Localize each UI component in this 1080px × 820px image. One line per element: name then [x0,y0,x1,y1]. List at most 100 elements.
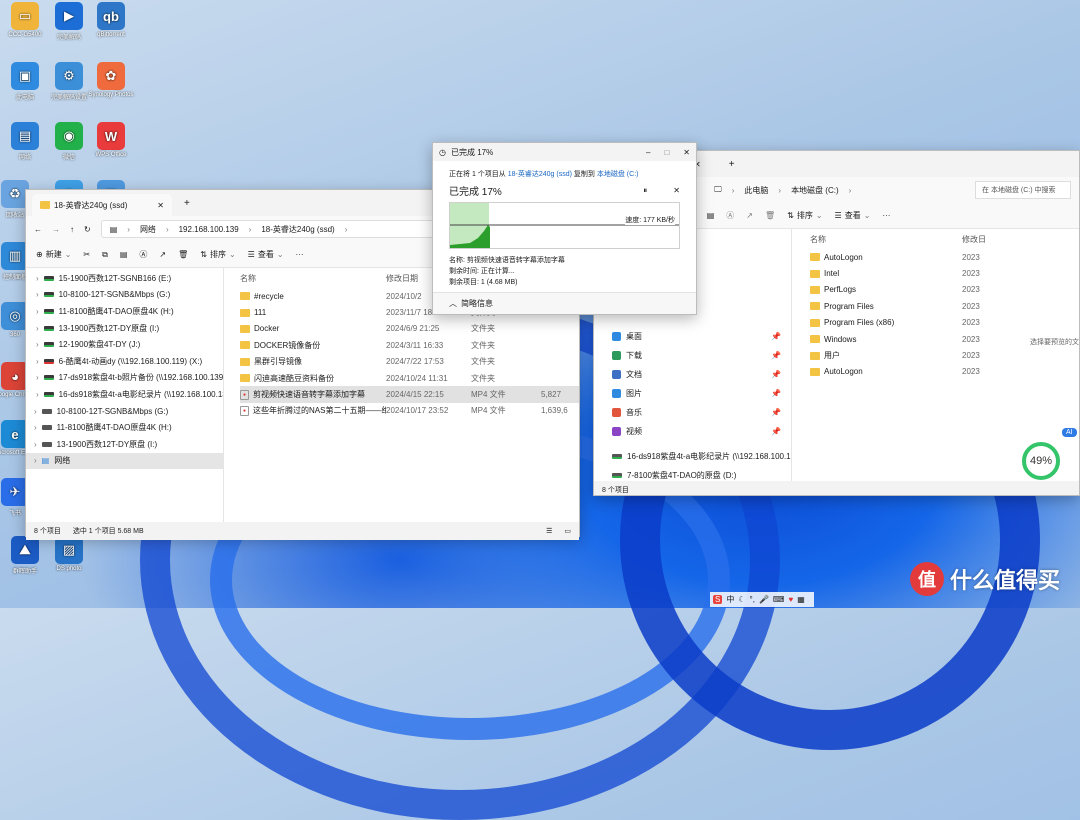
nav-item[interactable]: › 11-8100酷鹰4T-DAO原盘4K (H:) [26,419,223,436]
nav-item[interactable]: › 17-ds918紫盘4t-b照片备份 (\\192.168.100.139) [26,370,223,387]
chevron-right-icon[interactable]: › [36,373,39,382]
nav-item[interactable]: › 15-1900西数12T-SGNB166 (E:) [26,270,223,287]
file-row-right[interactable]: Program Files 2023 [810,298,1079,314]
rename-icon[interactable]: Ⓐ [139,249,147,260]
col-name[interactable]: 名称 [240,273,386,284]
close-dialog-icon[interactable]: ✕ [683,148,690,157]
chevron-right-icon[interactable]: › [36,274,39,283]
less-details-button[interactable]: ︿ 简略信息 [433,292,696,314]
nav-item[interactable]: › 16-ds918紫盘4t-a电影纪录片 (\\192.168.100.139) [26,386,223,403]
drive-item[interactable]: 16-ds918紫盘4t-a电影纪录片 (\\192.168.100.139) [594,447,791,466]
pin-icon[interactable]: 📌 [771,332,781,341]
breadcrumb-ip[interactable]: 192.168.100.139 [179,225,239,234]
share-icon[interactable]: ↗ [159,250,166,259]
search-input[interactable]: 在 本地磁盘 (C:) 中搜索 [975,181,1071,199]
chevron-right-icon[interactable]: › [34,440,37,449]
nav-item[interactable]: › 6-酷鹰4t-动画dy (\\192.168.100.119) (X:) [26,353,223,370]
chevron-right-icon[interactable]: › [34,407,37,416]
nav-item[interactable]: › 13-1900西数12T-DY原盘 (I:) [26,320,223,337]
delete-icon-right[interactable]: 🗑 [765,211,775,220]
quick-access-item[interactable]: 下载 📌 [594,346,791,365]
file-row[interactable]: ● 这些年折腾过的NAS第二十五期——绝... 2024/10/17 23:52 MP… [240,403,579,419]
col-date-right[interactable]: 修改日 [962,234,986,245]
ime-tray[interactable]: S 中 ☾ °, 🎤 ⌨ ♥ ▦ [710,592,814,607]
file-row-right[interactable]: Program Files (x86) 2023 [810,315,1079,331]
file-row-right[interactable]: Intel 2023 [810,265,1079,281]
quick-access-item[interactable]: 视频 📌 [594,422,791,441]
cancel-icon[interactable]: ✕ [673,186,680,195]
quick-access-item[interactable]: 音乐 📌 [594,403,791,422]
nav-item[interactable]: › 11-8100酷鹰4T-DAO原盘4K (H:) [26,303,223,320]
tab-ssd[interactable]: 18-英睿达240g (ssd) ✕ [32,194,172,216]
quick-access-item[interactable]: 桌面 📌 [594,327,791,346]
quick-access-item[interactable]: 图片 📌 [594,384,791,403]
add-tab-icon[interactable]: + [184,198,190,209]
file-row[interactable]: DOCKER镜像备份 2024/3/11 16:33 文件夹 [240,337,579,353]
desktop-icon[interactable]: ▤ 网络 [2,122,48,161]
desktop-icon[interactable]: ◉ 微信 [46,122,92,161]
copy-dest-link[interactable]: 本地磁盘 (C:) [597,171,639,178]
minimize-icon[interactable]: – [646,148,650,157]
desktop-icon[interactable]: ▣ 此电脑 [2,62,48,101]
file-row-right[interactable]: AutoLogon 2023 [810,249,1079,265]
refresh-icon[interactable]: ↻ [84,225,91,234]
add-tab-icon-right[interactable]: + [729,159,735,170]
nav-item[interactable]: › 13-1900西数12T-DY原盘 (I:) [26,436,223,453]
more-button[interactable]: ··· [296,250,304,259]
pin-icon[interactable]: 📌 [771,370,781,379]
copy-icon[interactable]: ⧉ [102,250,108,260]
desktop-icon[interactable]: ✿ Synology Photos [88,62,134,98]
nav-item[interactable]: › 10-8100-12T-SGNB&Mbps (G:) [26,403,223,420]
nav-item[interactable]: › 10-8100-12T-SGNB&Mbps (G:) [26,287,223,304]
nav-item[interactable]: › ▤ 网络 [26,452,223,470]
maximize-icon[interactable]: □ [664,148,669,157]
new-button[interactable]: ⊕ 新建 ⌄ [36,249,71,260]
file-row[interactable]: ● 剪视频快速语音转字幕添加字幕 2024/4/15 22:15 MP4 文件 5,82… [240,386,579,403]
quick-access-item[interactable]: 文档 📌 [594,365,791,384]
chevron-right-icon[interactable]: › [36,357,39,366]
desktop-icon[interactable]: ▭ CCC-G5400 [2,2,48,38]
file-row-right[interactable]: 用户 2023 [810,347,1079,363]
chevron-right-icon[interactable]: › [34,423,37,432]
sort-button-right[interactable]: ⇅ 排序 ⌄ [787,210,822,221]
share-icon-right[interactable]: ↗ [746,211,753,220]
up-icon[interactable]: ↑ [70,225,74,234]
pin-icon[interactable]: 📌 [771,351,781,360]
chevron-right-icon[interactable]: › [36,307,39,316]
file-row[interactable]: 黑群引导镜像 2024/7/22 17:53 文件夹 [240,354,579,370]
col-name-right[interactable]: 名称 [810,234,962,245]
desktop-icon[interactable]: W WPS Office [88,122,134,158]
paste-icon[interactable]: ▤ [120,250,128,259]
breadcrumb-right[interactable]: 🖵 › 此电脑 › 本地磁盘 (C:) › [714,181,965,199]
more-button-right[interactable]: ··· [882,211,890,220]
chevron-right-icon[interactable]: › [36,324,39,333]
view-button[interactable]: ☰ 查看 ⌄ [248,249,284,260]
drive-item[interactable]: 7-8100紫盘4T-DAO的原盘 (D:) [594,466,791,481]
nav-item[interactable]: › 12-1900紫盘4T-DY (J:) [26,336,223,353]
forward-icon[interactable]: → [52,225,60,234]
desktop-icon[interactable]: ▨ DS photo [46,536,92,572]
pin-icon[interactable]: 📌 [771,389,781,398]
chevron-right-icon[interactable]: › [36,390,39,399]
delete-icon[interactable]: 🗑 [178,250,188,259]
file-row[interactable]: Docker 2024/6/9 21:25 文件夹 [240,321,579,337]
breadcrumb-share[interactable]: 18-英睿达240g (ssd) [261,224,334,235]
pin-icon[interactable]: 📌 [771,408,781,417]
paste-icon-right[interactable]: ▤ [707,211,715,220]
sort-button[interactable]: ⇅ 排序 ⌄ [200,249,235,260]
breadcrumb-this-pc[interactable]: 此电脑 [744,185,768,196]
close-tab-icon[interactable]: ✕ [157,201,164,210]
desktop-icon[interactable]: qb qBittorrent [88,2,134,38]
file-row-right[interactable]: AutoLogon 2023 [810,364,1079,380]
copy-source-link[interactable]: 18-英睿达240g (ssd) [508,171,572,178]
ai-badge[interactable]: AI [1062,428,1077,437]
desktop-icon[interactable]: ⛰ 群晖助手 [2,536,48,575]
chevron-right-icon[interactable]: › [36,340,39,349]
cut-icon[interactable]: ✂ [83,250,90,259]
view-button-right[interactable]: ☰ 查看 ⌄ [835,210,871,221]
desktop-icon[interactable]: ▶ 完美解码 [46,2,92,41]
chevron-right-icon[interactable]: › [36,290,39,299]
pin-icon[interactable]: 📌 [771,427,781,436]
desktop-icon[interactable]: ⚙ 完美解码设置 [46,62,92,101]
back-icon[interactable]: ← [34,225,42,234]
